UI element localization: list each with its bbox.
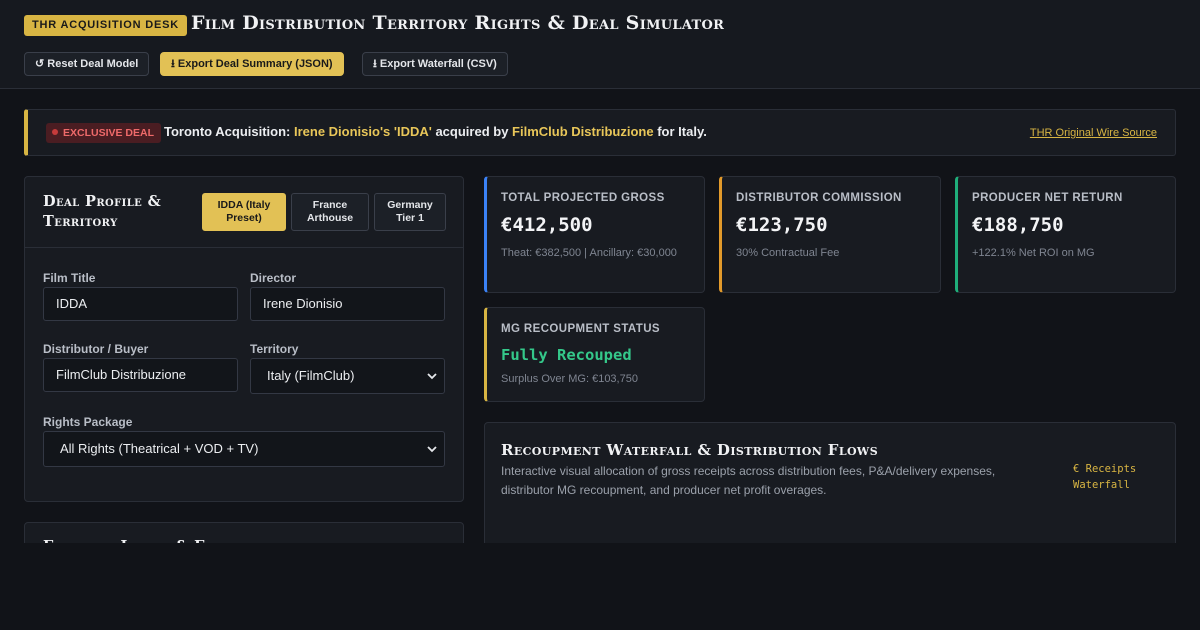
chevron-down-icon	[426, 359, 438, 393]
producer-net-label: PRODUCER NET RETURN	[972, 192, 1123, 204]
alert-film: Irene Dionisio's 'IDDA'	[293, 124, 432, 139]
distributor-input[interactable]: FilmClub Distribuzione	[43, 358, 238, 392]
export-csv-button[interactable]: ⭳ Export Waterfall (CSV)	[362, 52, 508, 76]
total-gross-breakdown: Theat: €382,500 | Ancillary: €30,000	[501, 247, 677, 259]
app-title: Film Distribution Territory Rights & Dea…	[191, 12, 725, 34]
app-header: THR ACQUISITION DESK Film Distribution T…	[0, 0, 1200, 89]
preset-idda-italy[interactable]: IDDA (Italy Preset)	[202, 193, 286, 231]
preset-germany-tier1[interactable]: Germany Tier 1	[374, 193, 446, 231]
commission-note: 30% Contractual Fee	[736, 247, 840, 259]
waterfall-description: Interactive visual allocation of gross r…	[501, 464, 996, 497]
producer-net-card: PRODUCER NET RETURN €188,750 +122.1% Net…	[955, 176, 1176, 293]
export-json-button[interactable]: ⭳ Export Deal Summary (JSON)	[160, 52, 344, 76]
distributor-commission-card: DISTRIBUTOR COMMISSION €123,750 30% Cont…	[719, 176, 941, 293]
deal-profile-header: Deal Profile & Territory IDDA (Italy Pre…	[25, 177, 463, 248]
rights-selected-value: All Rights (Theatrical + VOD + TV)	[60, 441, 259, 456]
commission-value: €123,750	[736, 214, 828, 236]
alert-prefix: Toronto Acquisition:	[164, 124, 294, 139]
mg-surplus: Surplus Over MG: €103,750	[501, 373, 638, 385]
chevron-down-icon	[426, 432, 438, 466]
alert-suffix: for Italy.	[653, 124, 707, 139]
deal-profile-title: Deal Profile & Territory	[43, 193, 162, 230]
wire-source-link[interactable]: THR Original Wire Source	[1030, 127, 1157, 139]
director-input[interactable]: Irene Dionisio	[250, 287, 445, 321]
receipts-waterfall-tag: € Receipts Waterfall	[1073, 463, 1137, 491]
reset-deal-button[interactable]: ↺ Reset Deal Model	[24, 52, 150, 76]
mg-recoupment-card: MG RECOUPMENT STATUS Fully Recouped Surp…	[484, 307, 705, 402]
total-gross-value: €412,500	[501, 214, 593, 236]
waterfall-panel: Recoupment Waterfall & Distribution Flow…	[484, 422, 1176, 562]
status-dot-icon	[52, 129, 58, 135]
total-gross-card: TOTAL PROJECTED GROSS €412,500 Theat: €3…	[484, 176, 705, 293]
exclusive-deal-label: EXCLUSIVE DEAL	[63, 127, 155, 139]
waterfall-title: Recoupment Waterfall & Distribution Flow…	[501, 441, 879, 459]
distributor-label: Distributor / Buyer	[43, 342, 149, 356]
rights-package-select[interactable]: All Rights (Theatrical + VOD + TV)	[43, 431, 445, 467]
preset-france-arthouse[interactable]: France Arthouse	[291, 193, 369, 231]
total-gross-label: TOTAL PROJECTED GROSS	[501, 192, 665, 204]
deal-profile-panel: Deal Profile & Territory IDDA (Italy Pre…	[24, 176, 464, 502]
mg-status-label: MG RECOUPMENT STATUS	[501, 323, 660, 335]
film-title-input[interactable]: IDDA	[43, 287, 238, 321]
territory-select[interactable]: Italy (FilmClub)	[250, 358, 445, 394]
viewport-bottom	[0, 543, 1200, 630]
mg-status-value: Fully Recouped	[501, 346, 632, 364]
producer-net-value: €188,750	[972, 214, 1064, 236]
desk-badge: THR ACQUISITION DESK	[24, 15, 187, 36]
territory-selected-value: Italy (FilmClub)	[267, 368, 355, 383]
rights-package-label: Rights Package	[43, 415, 133, 429]
territory-label: Territory	[250, 342, 299, 356]
producer-net-roi: +122.1% Net ROI on MG	[972, 247, 1095, 259]
alert-middle: acquired by	[431, 124, 513, 139]
deal-alert-banner: EXCLUSIVE DEAL Toronto Acquisition: Iren…	[24, 109, 1176, 156]
director-label: Director	[250, 271, 297, 285]
film-title-label: Film Title	[43, 271, 96, 285]
alert-buyer: FilmClub Distribuzione	[512, 124, 654, 139]
alert-message: Toronto Acquisition: Irene Dionisio's 'I…	[164, 124, 707, 139]
exclusive-deal-badge: EXCLUSIVE DEAL	[46, 123, 162, 143]
commission-label: DISTRIBUTOR COMMISSION	[736, 192, 902, 204]
